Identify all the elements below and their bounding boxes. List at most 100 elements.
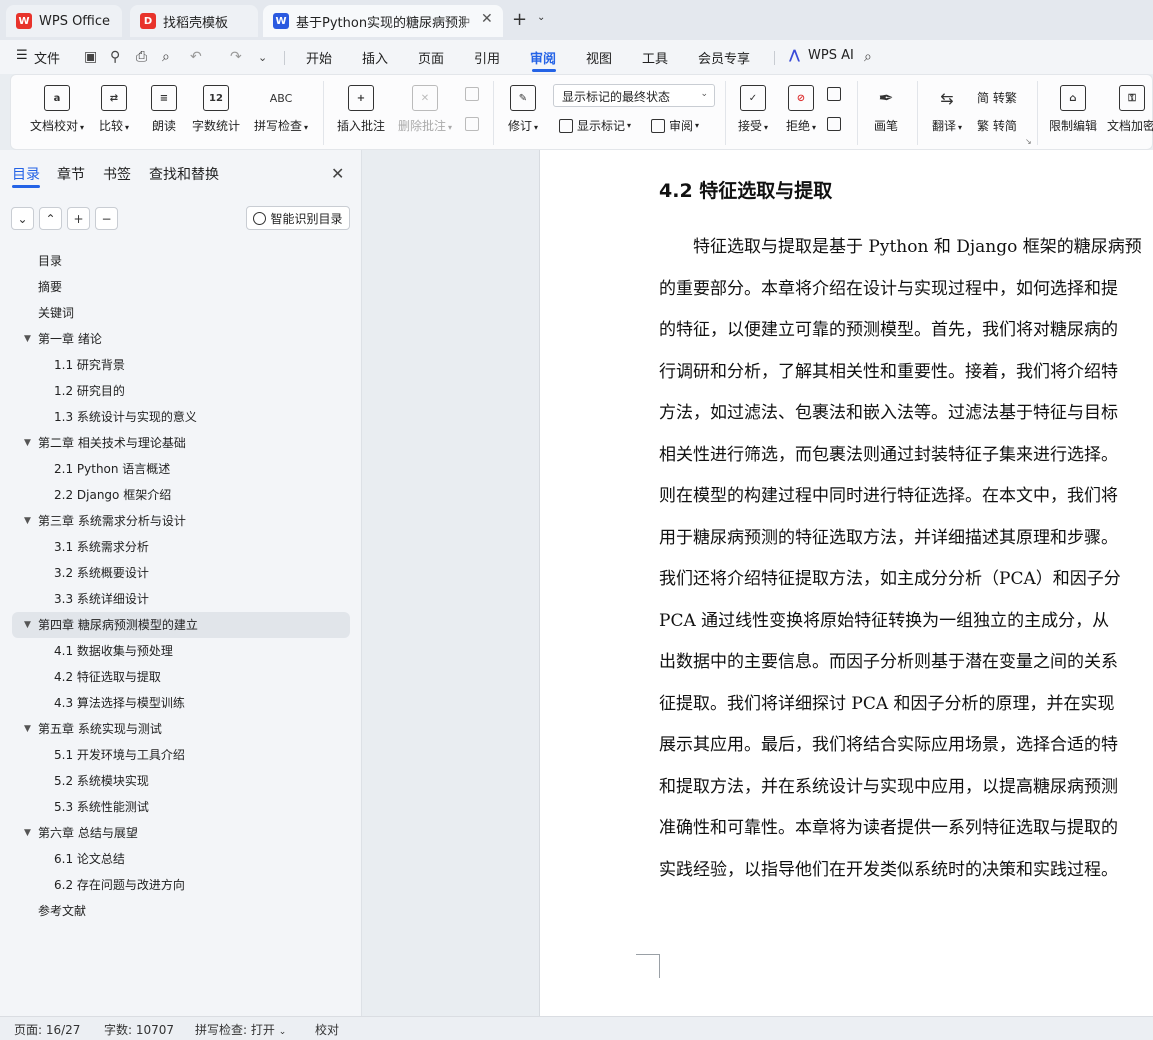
menu-wps-ai[interactable]: WPS AI <box>808 48 854 63</box>
translate-button[interactable]: ⇆ 翻译 ▾ <box>927 85 967 134</box>
toc-item[interactable]: 5.2 系统模块实现 <box>0 768 362 794</box>
close-tab-icon[interactable]: ✕ <box>481 11 493 27</box>
menu-tools[interactable]: 工具 <box>642 48 668 67</box>
add-heading-button[interactable]: + <box>67 207 90 230</box>
chevron-down-icon[interactable]: ⌄ <box>537 12 545 23</box>
toc-item[interactable]: 关键词 <box>0 300 362 326</box>
menu-file[interactable]: 文件 <box>34 48 60 67</box>
label: 拼写检查: 打开 <box>195 1023 275 1037</box>
spell-check-button[interactable]: ABC 拼写检查 ▾ <box>251 85 311 134</box>
to-simplified-button[interactable]: 繁 转简 <box>977 117 1017 134</box>
toc-item[interactable]: ▼ 第三章 系统需求分析与设计 <box>0 508 362 534</box>
menu-page[interactable]: 页面 <box>418 48 444 67</box>
toc-item[interactable]: 1.1 研究背景 <box>0 352 362 378</box>
proof-indicator[interactable]: 校对 <box>315 1021 339 1038</box>
save-icon[interactable]: ▣ <box>84 49 97 65</box>
expand-arrow-icon[interactable]: ▼ <box>24 820 31 846</box>
toc-item-label: 第二章 相关技术与理论基础 <box>38 436 186 450</box>
toc-item[interactable]: 2.2 Django 框架介绍 <box>0 482 362 508</box>
spell-check-indicator[interactable]: 拼写检查: 打开 ⌄ <box>195 1021 286 1038</box>
menu-view[interactable]: 视图 <box>586 48 612 67</box>
reject-button[interactable]: ⊘ 拒绝 ▾ <box>783 85 819 134</box>
toc-item[interactable]: 4.3 算法选择与模型训练 <box>0 690 362 716</box>
tab-docer-templates[interactable]: D 找稻壳模板 <box>130 5 258 37</box>
doc-encrypt-button[interactable]: ⚿ 文档加密 <box>1107 85 1153 134</box>
menu-member[interactable]: 会员专享 <box>698 48 750 67</box>
smart-toc-button[interactable]: 智能识别目录 <box>246 206 350 230</box>
toc-item[interactable]: 4.2 特征选取与提取 <box>0 664 362 690</box>
tab-document[interactable]: W 基于Python实现的糖尿病预测 ▭ ✕ <box>263 5 503 37</box>
expand-up-button[interactable]: ⌃ <box>39 207 62 230</box>
toc-item[interactable]: 摘要 <box>0 274 362 300</box>
word-count-button[interactable]: 12 字数统计 <box>191 85 241 134</box>
menu-home[interactable]: 开始 <box>306 48 332 67</box>
tab-wps-office[interactable]: W WPS Office <box>6 5 122 37</box>
track-changes-button[interactable]: ✎ 修订 ▾ <box>505 85 541 134</box>
nav-tab-toc[interactable]: 目录 <box>12 164 40 184</box>
toc-item[interactable]: 1.3 系统设计与实现的意义 <box>0 404 362 430</box>
wps-ai-icon[interactable]: ⋀ <box>789 48 800 63</box>
page-indicator[interactable]: 页面: 16/27 <box>14 1021 80 1038</box>
search-icon[interactable]: ⌕ <box>864 49 872 65</box>
expand-corner-icon[interactable]: ↘ <box>1025 137 1032 146</box>
next-change-button[interactable] <box>827 117 845 131</box>
undo-icon[interactable]: ↶ <box>190 49 202 65</box>
toc-item[interactable]: 目录 <box>0 248 362 274</box>
toc-item[interactable]: 3.3 系统详细设计 <box>0 586 362 612</box>
print-preview-icon[interactable]: ⌕ <box>162 49 170 65</box>
pen-button[interactable]: ✒ 画笔 <box>871 85 901 134</box>
expand-arrow-icon[interactable]: ▼ <box>24 326 31 352</box>
monitor-icon[interactable]: ▭ <box>459 13 470 27</box>
toc-item[interactable]: 2.1 Python 语言概述 <box>0 456 362 482</box>
toc-item[interactable]: 参考文献 <box>0 898 362 924</box>
toc-item[interactable]: 6.1 论文总结 <box>0 846 362 872</box>
markup-state-dropdown[interactable]: 显示标记的最终状态 ⌄ <box>553 84 715 107</box>
to-traditional-button[interactable]: 简 转繁 <box>977 89 1017 106</box>
expand-arrow-icon[interactable]: ▼ <box>24 508 31 534</box>
expand-arrow-icon[interactable]: ▼ <box>24 612 31 638</box>
toc-item[interactable]: 1.2 研究目的 <box>0 378 362 404</box>
restrict-edit-button[interactable]: ⌂ 限制编辑 <box>1047 85 1099 134</box>
toc-item[interactable]: ▼ 第一章 绪论 <box>0 326 362 352</box>
redo-icon[interactable]: ↷ <box>230 49 242 65</box>
new-tab-icon[interactable]: + <box>512 9 527 30</box>
delete-comment-button[interactable]: ✕ 删除批注 ▾ <box>395 85 455 134</box>
next-comment-button[interactable] <box>465 117 483 131</box>
share-icon[interactable]: ⚲ <box>110 49 120 65</box>
accept-button[interactable]: ✓ 接受 ▾ <box>735 85 771 134</box>
toc-item[interactable]: ▼ 第四章 糖尿病预测模型的建立 <box>12 612 350 638</box>
insert-comment-button[interactable]: + 插入批注 <box>335 85 387 134</box>
menu-references[interactable]: 引用 <box>474 48 500 67</box>
compare-button[interactable]: ⇄ 比较 ▾ <box>97 85 131 134</box>
print-icon[interactable]: ⎙ <box>136 49 147 65</box>
toc-item[interactable]: 3.1 系统需求分析 <box>0 534 362 560</box>
nav-tab-bookmarks[interactable]: 书签 <box>103 164 131 184</box>
toc-item[interactable]: ▼ 第二章 相关技术与理论基础 <box>0 430 362 456</box>
toc-item[interactable]: 4.1 数据收集与预处理 <box>0 638 362 664</box>
toc-item[interactable]: 3.2 系统概要设计 <box>0 560 362 586</box>
toc-item[interactable]: ▼ 第六章 总结与展望 <box>0 820 362 846</box>
menu-insert[interactable]: 插入 <box>362 48 388 67</box>
toc-item[interactable]: 5.1 开发环境与工具介绍 <box>0 742 362 768</box>
show-markup-button[interactable]: 显示标记 ▾ <box>559 117 631 134</box>
toc-item[interactable]: 6.2 存在问题与改进方向 <box>0 872 362 898</box>
toc-item[interactable]: 5.3 系统性能测试 <box>0 794 362 820</box>
doc-proof-button[interactable]: a 文档校对 ▾ <box>27 85 87 134</box>
expand-arrow-icon[interactable]: ▼ <box>24 430 31 456</box>
toc-item[interactable]: ▼ 第五章 系统实现与测试 <box>0 716 362 742</box>
document-page[interactable]: 4.2 特征选取与提取 特征选取与提取是基于 Python 和 Django 框… <box>539 150 1153 1016</box>
review-pane-button[interactable]: 审阅 ▾ <box>651 117 699 134</box>
nav-tab-chapters[interactable]: 章节 <box>57 164 85 184</box>
menu-review[interactable]: 审阅 <box>530 48 556 67</box>
word-count-indicator[interactable]: 字数: 10707 <box>104 1021 174 1038</box>
read-aloud-button[interactable]: ≡ 朗读 <box>149 85 179 134</box>
collapse-all-button[interactable]: ⌄ <box>11 207 34 230</box>
remove-heading-button[interactable]: − <box>95 207 118 230</box>
hamburger-icon[interactable]: ☰ <box>16 48 28 63</box>
expand-arrow-icon[interactable]: ▼ <box>24 716 31 742</box>
nav-tab-find-replace[interactable]: 查找和替换 <box>149 164 219 184</box>
close-pane-icon[interactable]: ✕ <box>331 164 344 183</box>
chevron-down-icon[interactable]: ⌄ <box>258 51 267 64</box>
prev-comment-button[interactable] <box>465 87 483 101</box>
prev-change-button[interactable] <box>827 87 845 101</box>
